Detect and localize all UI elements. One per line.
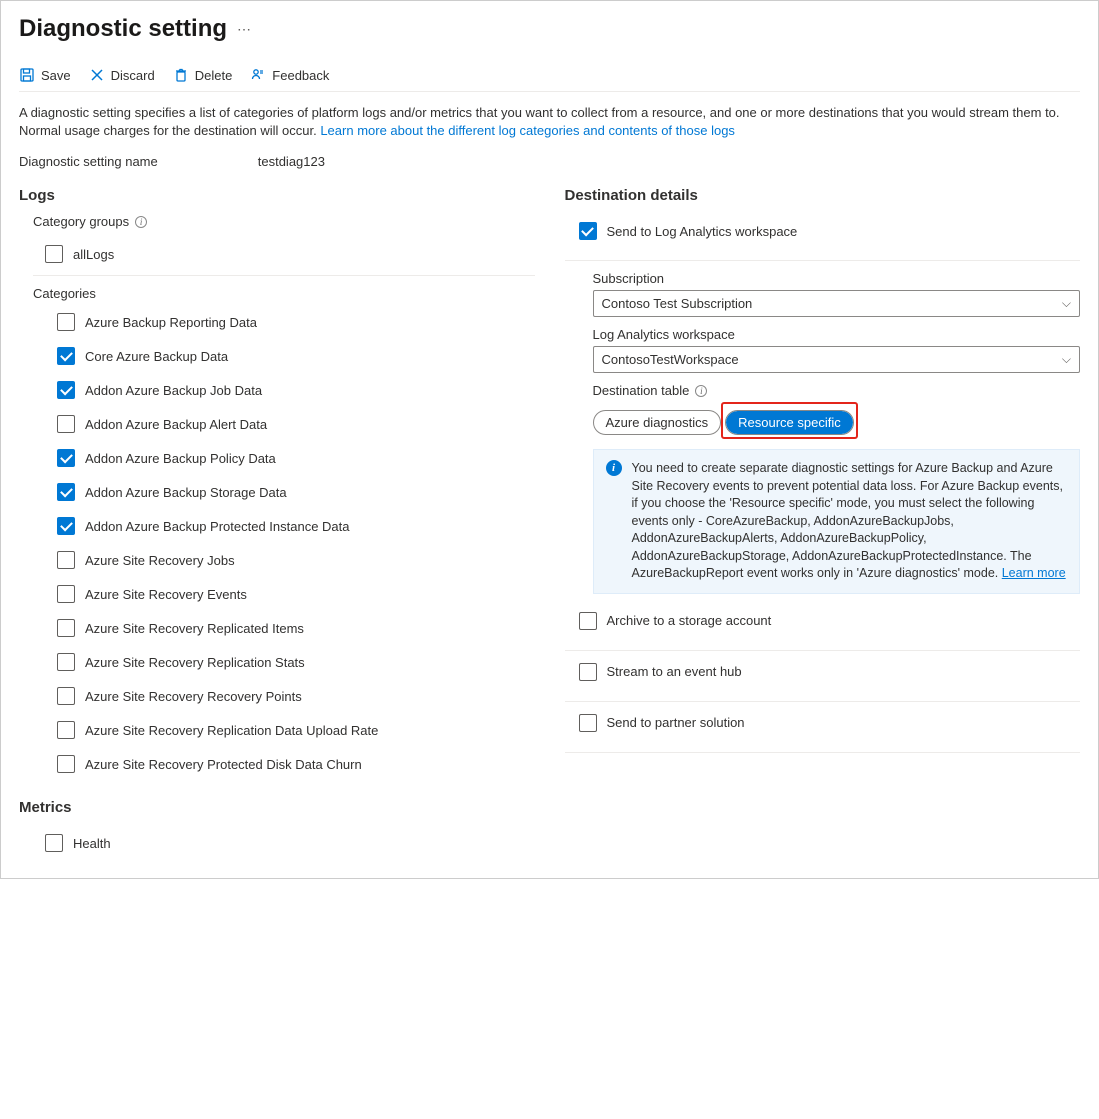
category-label[interactable]: Azure Backup Reporting Data [85, 315, 257, 330]
category-label[interactable]: Azure Site Recovery Protected Disk Data … [85, 757, 362, 772]
category-label[interactable]: Azure Site Recovery Replication Data Upl… [85, 723, 378, 738]
send-log-analytics-label[interactable]: Send to Log Analytics workspace [607, 224, 798, 239]
feedback-button[interactable]: Feedback [250, 67, 329, 83]
category-label[interactable]: Core Azure Backup Data [85, 349, 228, 364]
category-checkbox[interactable] [57, 483, 75, 501]
archive-storage-label[interactable]: Archive to a storage account [607, 613, 772, 628]
category-checkbox[interactable] [57, 721, 75, 739]
page-title: Diagnostic setting [19, 15, 227, 43]
discard-label: Discard [111, 68, 155, 83]
category-label[interactable]: Addon Azure Backup Protected Instance Da… [85, 519, 350, 534]
category-checkbox[interactable] [57, 313, 75, 331]
delete-label: Delete [195, 68, 233, 83]
workspace-label: Log Analytics workspace [593, 327, 1081, 342]
more-icon[interactable]: ⋯ [237, 21, 252, 38]
category-label[interactable]: Azure Site Recovery Replication Stats [85, 655, 305, 670]
discard-button[interactable]: Discard [89, 67, 155, 83]
info-banner: i You need to create separate diagnostic… [593, 449, 1081, 594]
logs-title: Logs [19, 187, 535, 204]
info-icon: i [606, 460, 622, 476]
setting-name-value: testdiag123 [258, 154, 325, 169]
category-checkbox[interactable] [57, 449, 75, 467]
workspace-value: ContosoTestWorkspace [602, 352, 739, 367]
destination-table-label: Destination table [593, 383, 690, 398]
info-icon[interactable]: i [135, 216, 147, 228]
subscription-select[interactable]: Contoso Test Subscription ⌵ [593, 290, 1081, 317]
subscription-value: Contoso Test Subscription [602, 296, 753, 311]
description-link[interactable]: Learn more about the different log categ… [320, 123, 735, 138]
stream-eventhub-label[interactable]: Stream to an event hub [607, 664, 742, 679]
info-text: You need to create separate diagnostic s… [632, 461, 1063, 580]
pill-azure-diagnostics[interactable]: Azure diagnostics [594, 411, 721, 434]
category-checkbox[interactable] [57, 381, 75, 399]
send-partner-label[interactable]: Send to partner solution [607, 715, 745, 730]
category-label[interactable]: Azure Site Recovery Replicated Items [85, 621, 304, 636]
category-label[interactable]: Addon Azure Backup Storage Data [85, 485, 287, 500]
category-checkbox[interactable] [57, 687, 75, 705]
category-group-checkbox[interactable] [45, 245, 63, 263]
category-checkbox[interactable] [57, 551, 75, 569]
workspace-select[interactable]: ContosoTestWorkspace ⌵ [593, 346, 1081, 373]
discard-icon [89, 67, 105, 83]
category-label[interactable]: Azure Site Recovery Jobs [85, 553, 235, 568]
category-checkbox[interactable] [57, 585, 75, 603]
save-label: Save [41, 68, 71, 83]
category-checkbox[interactable] [57, 755, 75, 773]
delete-button[interactable]: Delete [173, 67, 233, 83]
destination-title: Destination details [565, 187, 1081, 204]
category-label[interactable]: Addon Azure Backup Policy Data [85, 451, 276, 466]
feedback-icon [250, 67, 266, 83]
destination-table-toggle: Azure diagnostics [593, 410, 722, 435]
category-label[interactable]: Addon Azure Backup Job Data [85, 383, 262, 398]
subscription-label: Subscription [593, 271, 1081, 286]
description: A diagnostic setting specifies a list of… [19, 104, 1080, 140]
category-checkbox[interactable] [57, 347, 75, 365]
metric-checkbox[interactable] [45, 834, 63, 852]
stream-eventhub-checkbox[interactable] [579, 663, 597, 681]
save-icon [19, 67, 35, 83]
category-label[interactable]: Azure Site Recovery Events [85, 587, 247, 602]
pill-resource-specific[interactable]: Resource specific [726, 411, 853, 434]
categories-label: Categories [33, 286, 96, 301]
category-group-label[interactable]: allLogs [73, 247, 114, 262]
info-learn-more-link[interactable]: Learn more [1002, 566, 1066, 580]
chevron-down-icon: ⌵ [1062, 352, 1071, 367]
category-label[interactable]: Addon Azure Backup Alert Data [85, 417, 267, 432]
archive-storage-checkbox[interactable] [579, 612, 597, 630]
category-checkbox[interactable] [57, 619, 75, 637]
category-label[interactable]: Azure Site Recovery Recovery Points [85, 689, 302, 704]
feedback-label: Feedback [272, 68, 329, 83]
metric-label[interactable]: Health [73, 836, 111, 851]
category-checkbox[interactable] [57, 415, 75, 433]
category-checkbox[interactable] [57, 517, 75, 535]
send-partner-checkbox[interactable] [579, 714, 597, 732]
metrics-title: Metrics [19, 799, 535, 816]
highlight-annotation: Resource specific [721, 402, 858, 439]
chevron-down-icon: ⌵ [1062, 296, 1071, 311]
category-checkbox[interactable] [57, 653, 75, 671]
setting-name-label: Diagnostic setting name [19, 154, 158, 169]
save-button[interactable]: Save [19, 67, 71, 83]
category-groups-label: Category groups [33, 214, 129, 229]
send-log-analytics-checkbox[interactable] [579, 222, 597, 240]
delete-icon [173, 67, 189, 83]
info-icon[interactable]: i [695, 385, 707, 397]
